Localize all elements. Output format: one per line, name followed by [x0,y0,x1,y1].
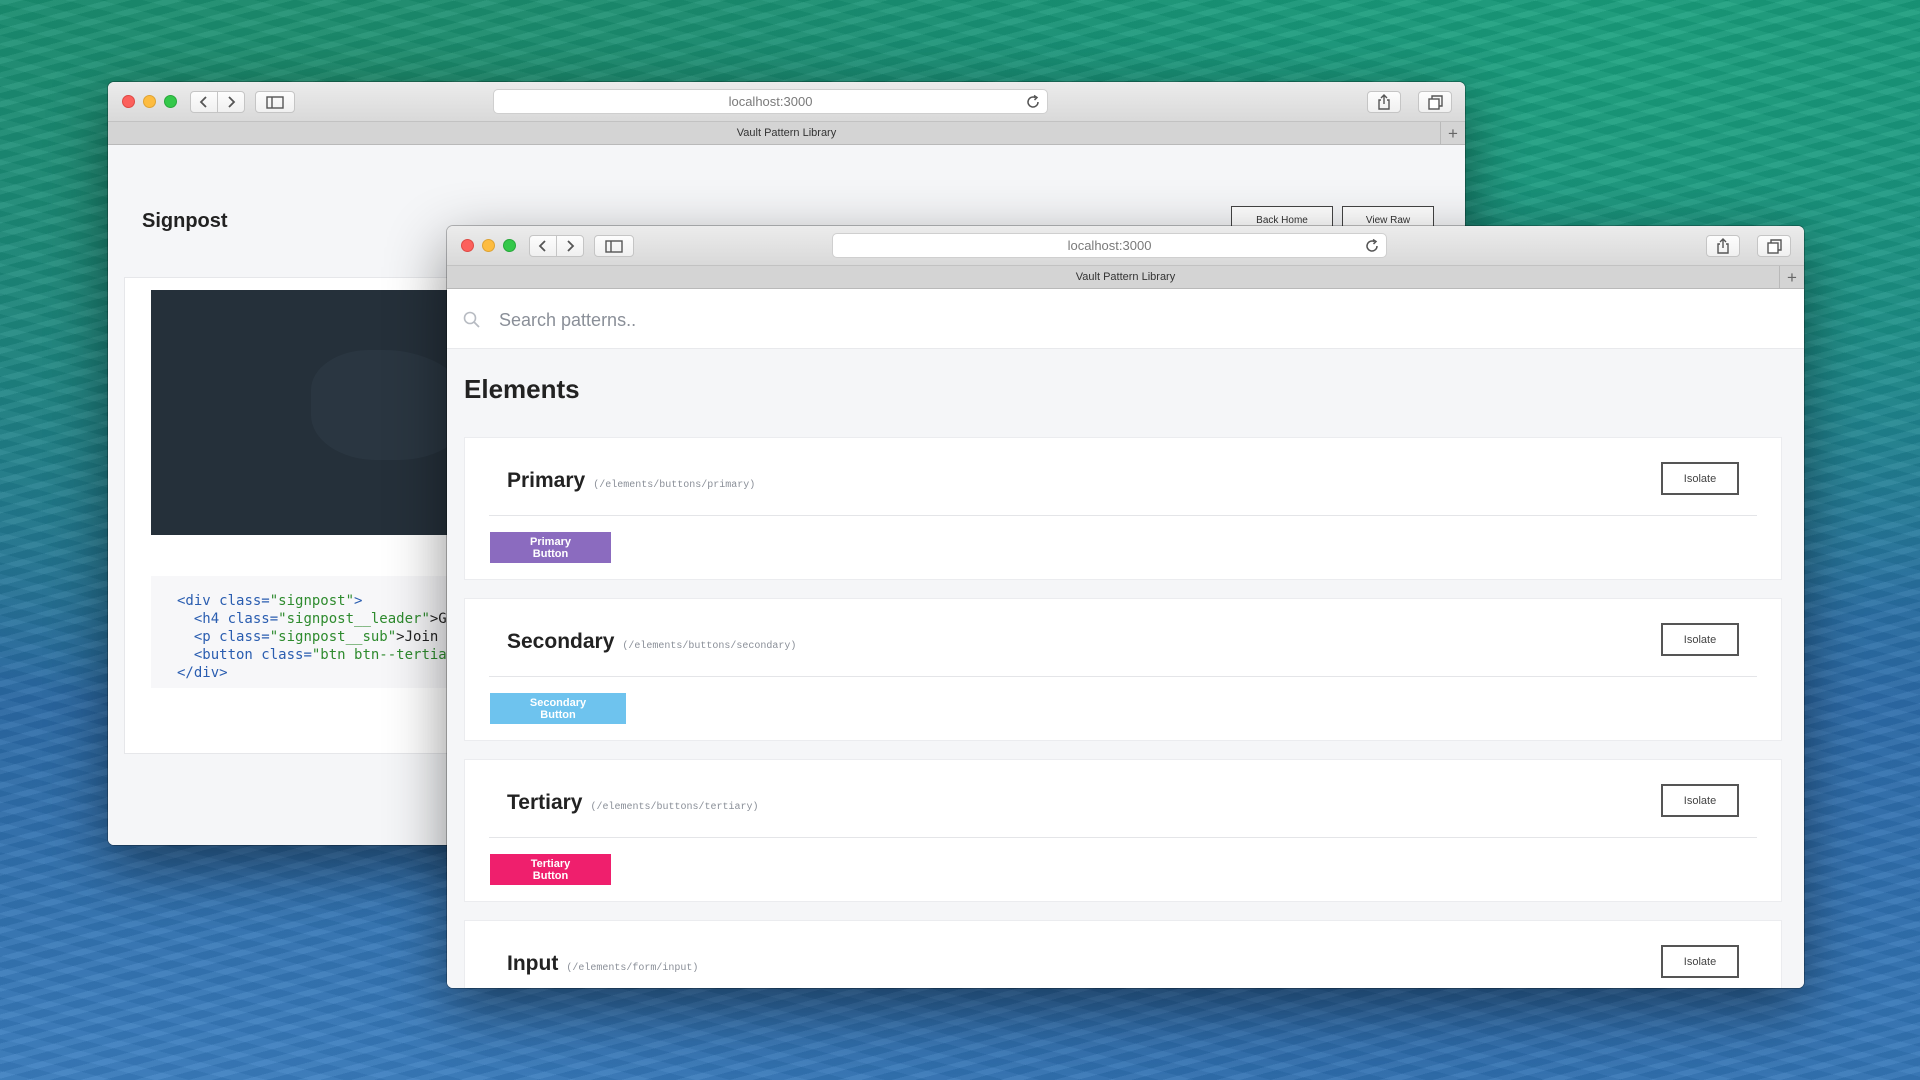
secondary-button-demo[interactable]: Secondary Button [490,693,626,724]
pattern-card-primary: Primary (/elements/buttons/primary) Isola… [464,437,1782,580]
pattern-title: Primary (/elements/buttons/primary) [507,469,755,493]
pattern-name: Secondary [507,630,615,653]
pattern-path: (/elements/buttons/tertiary) [590,802,759,813]
pattern-path: (/elements/buttons/primary) [593,480,756,491]
section-heading: Elements [464,374,580,404]
search-input[interactable] [497,303,1101,337]
chevron-left-icon [199,96,207,108]
address-text: localhost:3000 [728,94,813,109]
pattern-title: Secondary (/elements/buttons/secondary) [507,630,796,654]
tabs-overview-button[interactable] [1418,91,1452,113]
primary-button-demo[interactable]: Primary Button [490,532,611,563]
tabs-icon [1766,238,1782,254]
pattern-name: Primary [507,469,586,492]
reload-icon[interactable] [1364,238,1380,254]
tab-bar: Vault Pattern Library + [108,122,1465,145]
pattern-card-tertiary: Tertiary (/elements/buttons/tertiary) Iso… [464,759,1782,902]
plus-icon: + [1448,123,1458,143]
window-controls [122,95,177,108]
plus-icon: + [1787,267,1797,287]
chevron-right-icon [228,96,236,108]
divider [489,676,1757,677]
sidebar-toggle-button[interactable] [255,91,295,113]
close-window-button[interactable] [122,95,135,108]
title-bar[interactable]: localhost:3000 [447,226,1804,266]
share-button[interactable] [1367,91,1401,113]
pattern-name: Tertiary [507,791,583,814]
sidebar-icon [605,239,623,253]
isolate-button[interactable]: Isolate [1661,623,1739,656]
minimize-window-button[interactable] [482,239,495,252]
tabs-overview-button[interactable] [1757,235,1791,257]
pattern-path: (/elements/buttons/secondary) [622,641,797,652]
divider [489,837,1757,838]
sidebar-icon [266,95,284,109]
tertiary-button-demo[interactable]: Tertiary Button [490,854,611,885]
new-tab-button[interactable]: + [1440,122,1465,144]
isolate-button[interactable]: Isolate [1661,945,1739,978]
pattern-title: Input (/elements/form/input) [507,952,698,976]
tab-active[interactable]: Vault Pattern Library [737,127,836,139]
search-bar [447,289,1804,349]
share-icon [1717,238,1729,254]
address-bar[interactable]: localhost:3000 [832,233,1387,258]
pattern-title: Tertiary (/elements/buttons/tertiary) [507,791,759,815]
tab-active[interactable]: Vault Pattern Library [1076,271,1175,283]
divider [489,515,1757,516]
forward-nav-button[interactable] [556,235,584,257]
isolate-button[interactable]: Isolate [1661,462,1739,495]
new-tab-button[interactable]: + [1779,266,1804,288]
chevron-left-icon [538,240,546,252]
title-bar[interactable]: localhost:3000 [108,82,1465,122]
pattern-card-secondary: Secondary (/elements/buttons/secondary) I… [464,598,1782,741]
search-icon [463,311,480,328]
sidebar-toggle-button[interactable] [594,235,634,257]
window-controls [461,239,516,252]
forward-nav-button[interactable] [217,91,245,113]
address-bar[interactable]: localhost:3000 [493,89,1048,114]
back-nav-button[interactable] [529,235,557,257]
isolate-button[interactable]: Isolate [1661,784,1739,817]
pattern-card-input: Input (/elements/form/input) Isolate [464,920,1782,988]
pattern-path: (/elements/form/input) [566,963,699,974]
share-button[interactable] [1706,235,1740,257]
minimize-window-button[interactable] [143,95,156,108]
chevron-right-icon [567,240,575,252]
page-title: Signpost [142,210,228,232]
zoom-window-button[interactable] [164,95,177,108]
close-window-button[interactable] [461,239,474,252]
page-content: Elements Primary (/elements/buttons/prima… [447,289,1804,988]
back-nav-button[interactable] [190,91,218,113]
browser-window-front[interactable]: localhost:3000 Vault Pattern Library + E… [447,226,1804,988]
tab-bar: Vault Pattern Library + [447,266,1804,289]
zoom-window-button[interactable] [503,239,516,252]
tabs-icon [1427,94,1443,110]
pattern-name: Input [507,952,559,975]
address-text: localhost:3000 [1067,238,1152,253]
share-icon [1378,94,1390,110]
reload-icon[interactable] [1025,94,1041,110]
